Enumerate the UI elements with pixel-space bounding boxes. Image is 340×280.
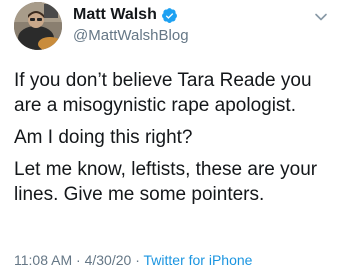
avatar[interactable] bbox=[14, 2, 62, 50]
tweet-source-link[interactable]: Twitter for iPhone bbox=[144, 252, 253, 268]
verified-badge-icon bbox=[161, 7, 178, 24]
author-name-row: Matt Walsh bbox=[73, 6, 178, 24]
tweet-time[interactable]: 11:08 AM bbox=[14, 252, 72, 268]
author-handle[interactable]: @MattWalshBlog bbox=[73, 27, 189, 44]
tweet-card: Matt Walsh @MattWalshBlog If you don’t b… bbox=[0, 0, 340, 280]
tweet-paragraph: Am I doing this right? bbox=[14, 127, 193, 148]
chevron-down-icon[interactable] bbox=[314, 10, 328, 24]
tweet-paragraph: Let me know, leftists, these are your li… bbox=[14, 159, 318, 205]
tweet-paragraph: If you don’t believe Tara Reade you are … bbox=[14, 70, 312, 116]
tweet-text: If you don’t believe Tara Reade you are … bbox=[14, 68, 332, 207]
author-display-name[interactable]: Matt Walsh bbox=[73, 6, 157, 24]
tweet-date[interactable]: 4/30/20 bbox=[85, 252, 132, 268]
meta-separator: · bbox=[135, 252, 140, 268]
meta-separator: · bbox=[76, 252, 81, 268]
tweet-meta: 11:08 AM · 4/30/20 · Twitter for iPhone bbox=[14, 252, 252, 268]
